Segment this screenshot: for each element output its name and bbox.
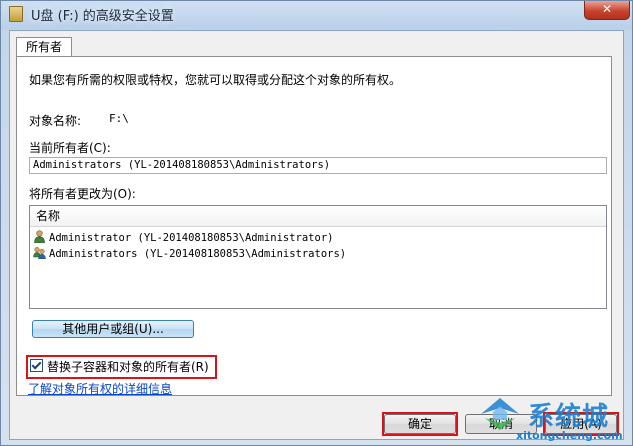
list-header-name[interactable]: 名称 [30, 206, 606, 227]
watermark-subtext: xitongcheng.com [516, 429, 623, 442]
current-owner-field[interactable]: Administrators (YL-201408180853\Administ… [29, 157, 607, 174]
watermark-logo-icon [481, 398, 519, 430]
drive-icon [9, 6, 23, 22]
learn-more-link[interactable]: 了解对象所有权的详细信息 [28, 380, 172, 397]
dialog-client-area: 所有者 如果您有所需的权限或特权，您就可以取得或分配这个对象的所有权。 对象名称… [9, 30, 624, 440]
current-owner-label: 当前所有者(C): [29, 141, 111, 155]
other-users-button-label: 其他用户或组(U)... [62, 322, 164, 336]
window-title: U盘 (F:) 的高级安全设置 [31, 9, 174, 24]
user-icon [33, 230, 46, 244]
intro-text: 如果您有所需的权限或特权，您就可以取得或分配这个对象的所有权。 [29, 73, 402, 87]
owner-tab-panel: 如果您有所需的权限或特权，您就可以取得或分配这个对象的所有权。 对象名称: F:… [16, 56, 612, 396]
owner-candidates-list[interactable]: 名称 Administrator (YL-201408180853\Admini… [29, 205, 607, 309]
tab-owner[interactable]: 所有者 [16, 37, 72, 58]
ok-button-highlight [382, 412, 458, 436]
title-bar[interactable]: U盘 (F:) 的高级安全设置 ✕ [1, 1, 632, 27]
dialog-window: U盘 (F:) 的高级安全设置 ✕ 所有者 如果您有所需的权限或特权，您就可以取… [0, 0, 633, 446]
other-users-button[interactable]: 其他用户或组(U)... [32, 320, 194, 338]
group-icon [33, 246, 46, 260]
object-name-value: F:\ [109, 112, 129, 125]
list-header-name-label: 名称 [36, 209, 61, 223]
tab-owner-label: 所有者 [25, 40, 62, 54]
list-item-label: Administrator (YL-201408180853\Administr… [49, 232, 334, 244]
object-name-label: 对象名称: [29, 114, 82, 128]
close-button[interactable]: ✕ [584, 1, 630, 20]
change-owner-label: 将所有者更改为(O): [29, 187, 136, 201]
close-icon: ✕ [601, 2, 613, 16]
list-item[interactable]: Administrator (YL-201408180853\Administr… [33, 230, 333, 246]
watermark-text: 系统城 [528, 402, 610, 432]
list-item[interactable]: Administrators (YL-201408180853\Administ… [33, 246, 346, 262]
replace-owner-highlight [26, 355, 217, 379]
list-item-label: Administrators (YL-201408180853\Administ… [49, 248, 347, 260]
